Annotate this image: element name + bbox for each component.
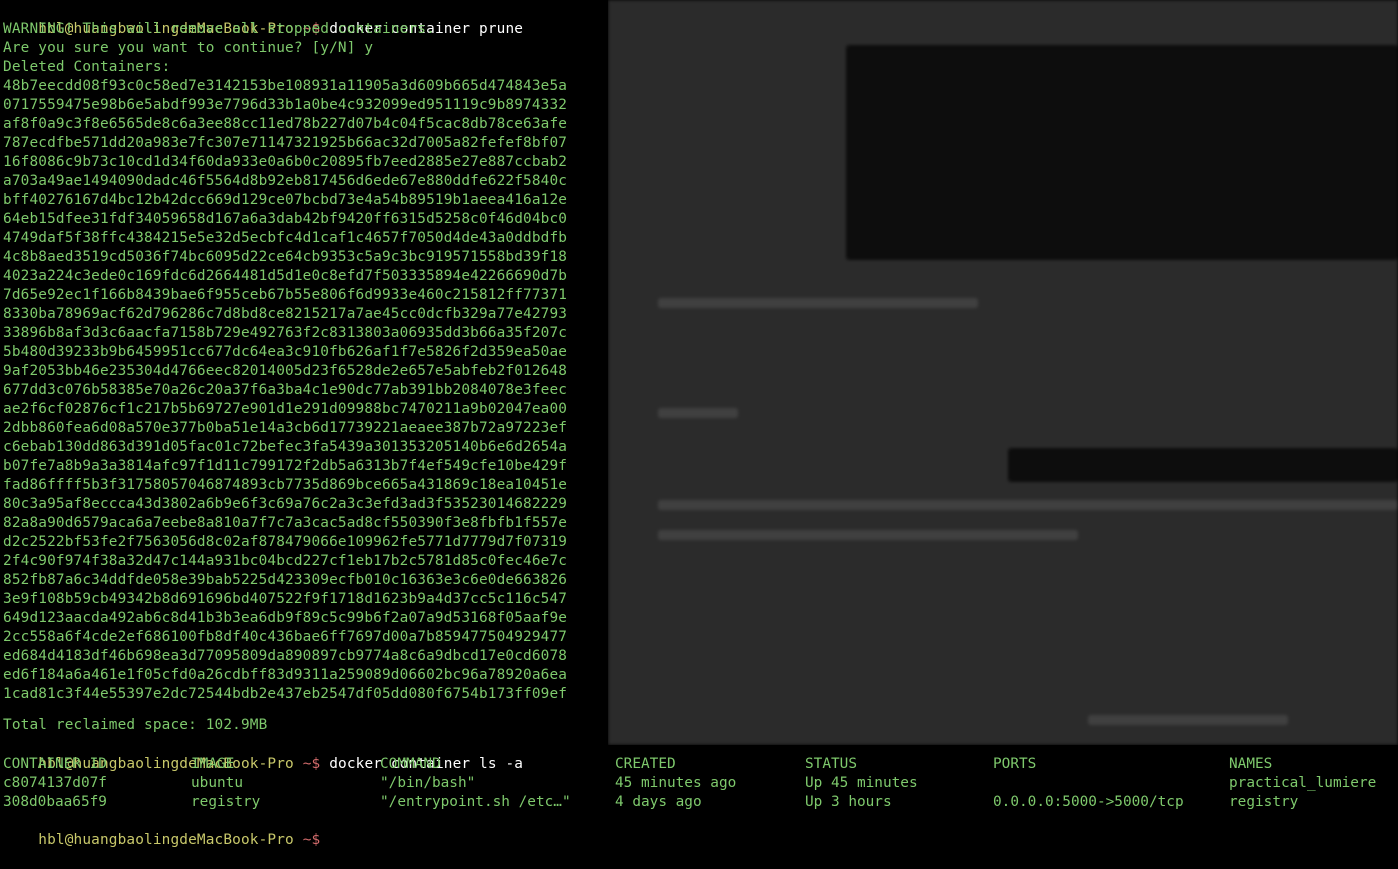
total-reclaimed-text: Total reclaimed space: 102.9MB bbox=[3, 717, 268, 733]
deleted-container-id: 2f4c90f974f38a32d47c144a931bc04bcd227cf1… bbox=[3, 553, 568, 569]
deleted-container-id: 787ecdfbe571dd20a983e7fc307e71147321925b… bbox=[3, 135, 568, 151]
cell-image: ubuntu bbox=[191, 775, 243, 791]
deleted-container-id: 649d123aacda492ab6c8d41b3b3ea6db9f89c5c9… bbox=[3, 610, 568, 626]
deleted-container-id: 4749daf5f38ffc4384215e5e32d5ecbfc4d1caf1… bbox=[3, 230, 568, 246]
prompt-path: ~ bbox=[302, 756, 312, 772]
deleted-container-id: b07fe7a8b9a3a3814afc97f1d11c799172f2db5a… bbox=[3, 458, 568, 474]
deleted-container-id: 5b480d39233b9b6459951cc677dc64ea3c910fb6… bbox=[3, 344, 568, 360]
cell-created: 45 minutes ago bbox=[615, 775, 737, 791]
cell-image: registry bbox=[191, 794, 261, 810]
deleted-container-id: ae2f6cf02876cf1c217b5b69727e901d1e291d09… bbox=[3, 401, 568, 417]
prompt-line: hbl@huangbaolingdeMacBook-Pro ~$ docker … bbox=[3, 1, 523, 37]
cell-status: Up 45 minutes bbox=[805, 775, 918, 791]
deleted-container-id: c6ebab130dd863d391d05fac01c72befec3fa543… bbox=[3, 439, 568, 455]
prompt-path: ~ bbox=[302, 832, 312, 848]
header-names: NAMES bbox=[1229, 756, 1273, 772]
deleted-container-id: 82a8a90d6579aca6a7eebe8a810a7f7c7a3cac5a… bbox=[3, 515, 568, 531]
deleted-container-id: 80c3a95af8eccca43d3802a6b9e6f3c69a76c2a3… bbox=[3, 496, 568, 512]
deleted-header: Deleted Containers: bbox=[3, 59, 171, 75]
deleted-container-id: 852fb87a6c34ddfde058e39bab5225d423309ecf… bbox=[3, 572, 568, 588]
header-created: CREATED bbox=[615, 756, 676, 772]
confirm-text: Are you sure you want to continue? [y/N]… bbox=[3, 40, 374, 56]
header-image: IMAGE bbox=[191, 756, 235, 772]
header-command: COMMAND bbox=[380, 756, 441, 772]
header-container-id: CONTAINER ID bbox=[3, 756, 107, 772]
deleted-container-id: a703a49ae1494090dadc46f5564d8b92eb817456… bbox=[3, 173, 568, 189]
prompt-line: hbl@huangbaolingdeMacBook-Pro ~$ docker … bbox=[3, 736, 523, 772]
header-status: STATUS bbox=[805, 756, 857, 772]
cell-container-id: c8074137d07f bbox=[3, 775, 107, 791]
deleted-container-id: af8f0a9c3f8e6565de8c6a3ee88cc11ed78b227d… bbox=[3, 116, 568, 132]
deleted-container-id: 1cad81c3f44e55397e2dc72544bdb2e437eb2547… bbox=[3, 686, 568, 702]
cell-command: "/entrypoint.sh /etc…" bbox=[380, 794, 571, 810]
header-ports: PORTS bbox=[993, 756, 1037, 772]
deleted-container-id: 4023a224c3ede0c169fdc6d2664481d5d1e0c8ef… bbox=[3, 268, 568, 284]
cell-ports: 0.0.0.0:5000->5000/tcp bbox=[993, 794, 1184, 810]
deleted-container-id: bff40276167d4bc12b42dcc669d129ce07bcbd73… bbox=[3, 192, 568, 208]
prompt-symbol: $ bbox=[311, 756, 321, 772]
deleted-container-id: d2c2522bf53fe2f7563056d8c02af878479066e1… bbox=[3, 534, 568, 550]
cell-names: practical_lumiere bbox=[1229, 775, 1377, 791]
cell-container-id: 308d0baa65f9 bbox=[3, 794, 107, 810]
warning-text: WARNING! This will remove all stopped co… bbox=[3, 21, 435, 37]
terminal-window[interactable]: hbl@huangbaolingdeMacBook-Pro ~$ docker … bbox=[0, 0, 1398, 848]
prompt-line[interactable]: hbl@huangbaolingdeMacBook-Pro ~$ bbox=[3, 812, 320, 848]
deleted-container-id: ed6f184a6a461e1f05cfd0a26cdbff83d9311a25… bbox=[3, 667, 568, 683]
deleted-container-id: 2cc558a6f4cde2ef686100fb8df40c436bae6ff7… bbox=[3, 629, 568, 645]
deleted-container-id: 8330ba78969acf62d796286c7d8bd8ce8215217a… bbox=[3, 306, 568, 322]
deleted-container-id: 33896b8af3d3c6aacfa7158b729e492763f2c831… bbox=[3, 325, 568, 341]
deleted-container-id: 9af2053bb46e235304d4766eec82014005d23f65… bbox=[3, 363, 568, 379]
deleted-container-id: 48b7eecdd08f93c0c58ed7e3142153be108931a1… bbox=[3, 78, 568, 94]
cell-command: "/bin/bash" bbox=[380, 775, 476, 791]
deleted-container-id: 3e9f108b59cb49342b8d691696bd407522f9f171… bbox=[3, 591, 568, 607]
prompt-host: hbl@huangbaolingdeMacBook-Pro bbox=[38, 832, 294, 848]
prompt-symbol: $ bbox=[311, 832, 321, 848]
cell-names: registry bbox=[1229, 794, 1299, 810]
deleted-container-id: ed684d4183df46b698ea3d77095809da890897cb… bbox=[3, 648, 568, 664]
deleted-container-id: 0717559475e98b6e5abdf993e7796d33b1a0be4c… bbox=[3, 97, 568, 113]
deleted-container-id: 64eb15dfee31fdf34059658d167a6a3dab42bf94… bbox=[3, 211, 568, 227]
deleted-container-id: 2dbb860fea6d08a570e377b0ba51e14a3cb6d177… bbox=[3, 420, 568, 436]
deleted-container-id: 677dd3c076b58385e70a26c20a37f6a3ba4c1e90… bbox=[3, 382, 568, 398]
cell-created: 4 days ago bbox=[615, 794, 702, 810]
deleted-container-id: fad86ffff5b3f31758057046874893cb7735d869… bbox=[3, 477, 568, 493]
cell-status: Up 3 hours bbox=[805, 794, 892, 810]
deleted-container-id: 7d65e92ec1f166b8439bae6f955ceb67b55e806f… bbox=[3, 287, 568, 303]
deleted-container-id: 4c8b8aed3519cd5036f74bc6095d22ce64cb9353… bbox=[3, 249, 568, 265]
deleted-container-id: 16f8086c9b73c10cd1d34f60da933e0a6b0c2089… bbox=[3, 154, 568, 170]
